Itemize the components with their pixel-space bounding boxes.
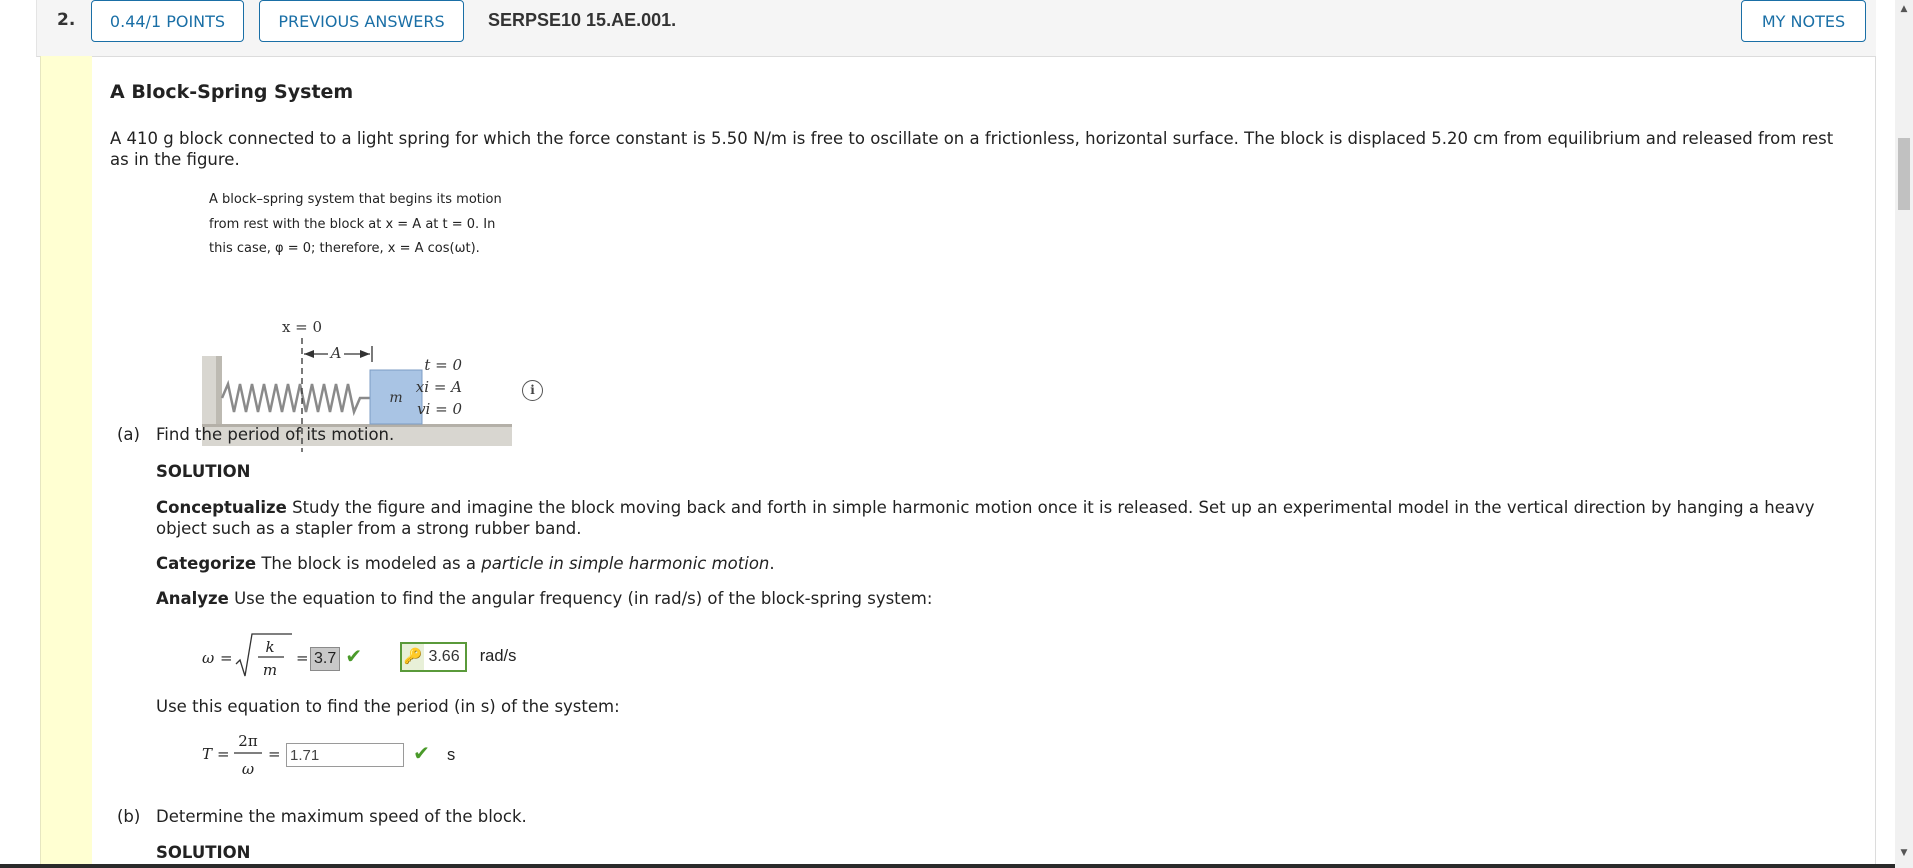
part-a-question: (a) Find the period of its motion. xyxy=(117,424,394,445)
previous-answers-button[interactable]: PREVIOUS ANSWERS xyxy=(259,0,464,42)
period-formula: T = 2π ω = xyxy=(202,732,281,778)
svg-text:=: = xyxy=(268,745,281,763)
period-equation: T = 2π ω = 1.71 ✔ s xyxy=(202,726,602,778)
svg-text:ω: ω xyxy=(242,760,254,778)
svg-text:=: = xyxy=(220,649,233,667)
svg-text:ω: ω xyxy=(202,649,214,667)
part-a-text: Find the period of its motion. xyxy=(156,425,395,444)
scroll-down-icon[interactable]: ▼ xyxy=(1895,844,1913,862)
my-notes-button[interactable]: MY NOTES xyxy=(1741,0,1866,42)
period-unit: s xyxy=(446,746,456,764)
figure-mass-label: m xyxy=(389,390,402,406)
part-b-question: (b) Determine the maximum speed of the bl… xyxy=(117,806,527,827)
info-icon[interactable]: i xyxy=(522,380,543,401)
margin-strip xyxy=(40,56,92,868)
scrollbar-thumb[interactable] xyxy=(1898,138,1910,210)
figure-t0-label: t = 0 xyxy=(424,356,462,374)
question-number: 2. xyxy=(57,10,76,30)
figure-caption-line-1: A block–spring system that begins its mo… xyxy=(209,192,502,207)
conceptualize-text: Study the figure and imagine the block m… xyxy=(156,498,1815,538)
omega-equation: ω = k m = 3.7 ✔ 🔑 3.66 rad/s xyxy=(202,630,602,680)
categorize-end: . xyxy=(769,554,775,573)
period-check-icon: ✔ xyxy=(413,741,430,765)
scroll-up-icon[interactable]: ▲ xyxy=(1895,0,1913,18)
period-answer-group: 1.71 ✔ s xyxy=(286,743,455,767)
svg-text:T: T xyxy=(202,745,213,763)
part-b-solution-heading: SOLUTION xyxy=(156,843,251,862)
key-icon: 🔑 xyxy=(402,644,424,670)
analyze-heading: Analyze xyxy=(156,589,229,608)
figure-x0-label: x = 0 xyxy=(282,318,322,336)
svg-text:=: = xyxy=(217,745,230,763)
figure-xi-label: xi = A xyxy=(416,378,462,396)
figure-caption-line-3: this case, φ = 0; therefore, x = A cos(ω… xyxy=(209,241,480,256)
panel-border xyxy=(1875,56,1876,868)
problem-title: A Block-Spring System xyxy=(110,81,354,103)
categorize-heading: Categorize xyxy=(156,554,257,573)
omega-answer-group: 3.7 ✔ xyxy=(310,646,362,671)
vertical-scrollbar[interactable]: ▲ ▼ xyxy=(1895,0,1913,868)
bottom-border xyxy=(0,864,1895,868)
figure-vi-label: vi = 0 xyxy=(417,400,462,418)
points-button[interactable]: 0.44/1 POINTS xyxy=(91,0,244,42)
figure-caption-line-2: from rest with the block at x = A at t =… xyxy=(209,216,496,232)
omega-answer-field[interactable]: 3.7 xyxy=(310,647,341,671)
svg-text:2π: 2π xyxy=(238,732,258,750)
figure-spring xyxy=(220,379,372,417)
svg-text:m: m xyxy=(263,661,277,679)
part-a-label: (a) xyxy=(117,425,140,444)
figure-a-label: A xyxy=(329,344,342,362)
svg-text:k: k xyxy=(265,638,274,656)
omega-key-value: 3.66 xyxy=(428,648,460,665)
question-id: SERPSE10 15.AE.001. xyxy=(488,10,677,30)
omega-unit: rad/s xyxy=(479,647,517,665)
analyze-text: Use the equation to find the angular fre… xyxy=(234,589,933,608)
categorize-text: The block is modeled as a xyxy=(261,554,477,573)
question-header: 2. 0.44/1 POINTS PREVIOUS ANSWERS SERPSE… xyxy=(36,0,1876,57)
page: 2. 0.44/1 POINTS PREVIOUS ANSWERS SERPSE… xyxy=(0,0,1913,868)
part-b-label: (b) xyxy=(117,807,141,826)
omega-key-box[interactable]: 🔑 3.66 xyxy=(400,642,467,672)
period-answer-field[interactable]: 1.71 xyxy=(286,743,404,767)
svg-text:=: = xyxy=(296,649,309,667)
period-paragraph: Use this equation to find the period (in… xyxy=(156,697,620,716)
categorize-emphasis: particle in simple harmonic motion xyxy=(481,554,770,573)
conceptualize-paragraph: Conceptualize Study the figure and imagi… xyxy=(156,497,1856,539)
problem-intro: A 410 g block connected to a light sprin… xyxy=(110,129,1834,169)
figure-arrow-right-icon xyxy=(360,350,370,358)
part-a-solution-heading: SOLUTION xyxy=(156,462,251,481)
figure-caption: A block–spring system that begins its mo… xyxy=(209,188,529,262)
conceptualize-heading: Conceptualize xyxy=(156,498,287,517)
omega-formula: ω = k m = xyxy=(202,633,309,679)
analyze-paragraph: Analyze Use the equation to find the ang… xyxy=(156,588,1856,609)
omega-key-group: 🔑 3.66 rad/s xyxy=(400,642,516,672)
categorize-paragraph: Categorize The block is modeled as a par… xyxy=(156,553,1856,574)
figure-arrow-left-icon xyxy=(304,350,314,358)
part-b-text: Determine the maximum speed of the block… xyxy=(156,807,527,826)
omega-check-icon: ✔ xyxy=(345,644,363,668)
